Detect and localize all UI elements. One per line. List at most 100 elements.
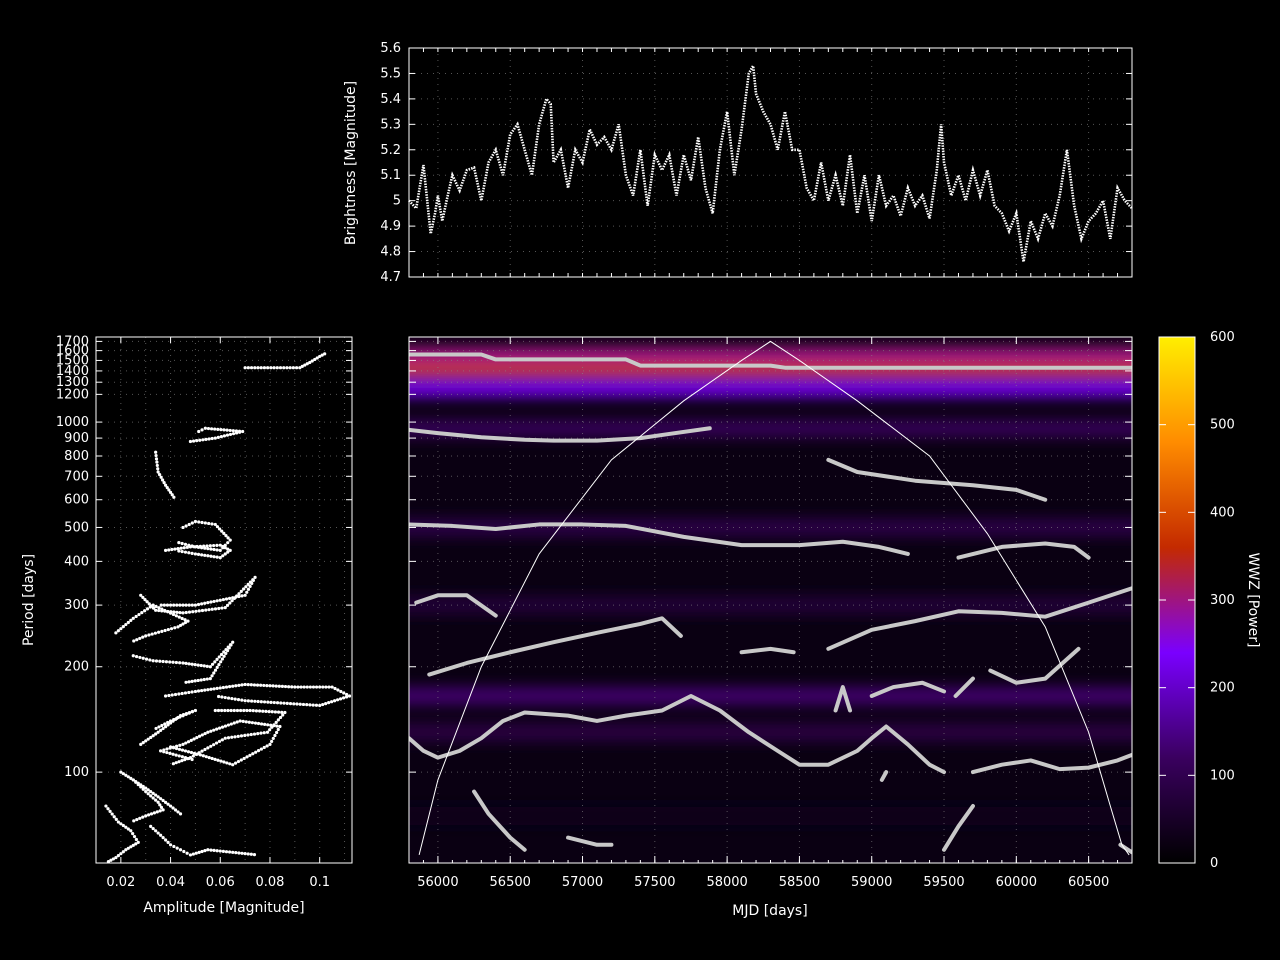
amplitude-point <box>174 614 178 618</box>
amplitude-point <box>216 427 220 431</box>
amplitude-point <box>216 758 220 762</box>
amplitude-point <box>183 550 188 554</box>
amplitude-point <box>210 522 214 526</box>
amplitude-point <box>180 748 185 752</box>
amplitude-point <box>256 732 260 736</box>
brightness-ytick-label: 5.4 <box>380 92 401 107</box>
amplitude-point <box>226 736 231 740</box>
amplitude-point <box>186 750 191 754</box>
amplitude-point <box>271 736 275 741</box>
amplitude-xtick-label: 0.1 <box>309 875 330 890</box>
amplitude-point <box>288 702 293 706</box>
amplitude-point <box>154 457 159 461</box>
amplitude-point <box>246 699 250 703</box>
amplitude-point <box>197 520 201 524</box>
amplitude-point <box>188 853 193 857</box>
amplitude-point <box>161 808 165 812</box>
amplitude-point <box>221 685 225 690</box>
amplitude-point <box>227 596 232 600</box>
amplitude-point <box>212 728 216 732</box>
amplitude-point <box>177 541 181 545</box>
amplitude-point <box>212 543 216 548</box>
colorbar-tick-label: 100 <box>1210 768 1235 783</box>
amplitude-point <box>222 654 226 658</box>
colorbar-tick-label: 600 <box>1210 330 1235 345</box>
amplitude-point <box>196 689 201 693</box>
amplitude-point <box>131 654 135 658</box>
amplitude-point <box>228 762 232 766</box>
amplitude-point <box>327 685 331 689</box>
amplitude-point <box>193 552 198 556</box>
amplitude-point <box>245 590 249 594</box>
amplitude-point <box>179 546 183 550</box>
amplitude-point <box>193 663 197 667</box>
amplitude-xtick-label: 0.02 <box>106 875 135 890</box>
amplitude-point <box>209 729 213 733</box>
amplitude-point <box>203 731 207 736</box>
amplitude-point <box>234 429 239 433</box>
amplitude-point <box>246 587 251 591</box>
amplitude-point <box>177 615 181 619</box>
amplitude-point <box>296 685 300 689</box>
amplitude-point <box>141 815 145 819</box>
amplitude-point <box>273 710 278 714</box>
amplitude-point <box>154 726 158 731</box>
wwz-xtick-label: 58000 <box>706 875 747 890</box>
amplitude-point <box>149 812 154 816</box>
amplitude-point <box>180 541 184 546</box>
amplitude-point <box>202 544 206 548</box>
amplitude-point <box>291 366 295 370</box>
amplitude-point <box>154 829 158 833</box>
amplitude-point <box>190 679 194 683</box>
amplitude-point <box>161 659 165 664</box>
amplitude-point <box>188 439 193 444</box>
amplitude-point <box>219 428 223 432</box>
amplitude-point <box>215 657 219 661</box>
amplitude-point <box>240 683 244 687</box>
amplitude-point <box>339 689 343 694</box>
amplitude-point <box>242 708 246 713</box>
amplitude-point <box>183 756 188 760</box>
amplitude-point <box>176 810 180 814</box>
amplitude-point <box>181 714 185 718</box>
amplitude-point <box>295 702 299 706</box>
amplitude-point <box>200 428 204 432</box>
colorbar-label: WWZ [Power] <box>1245 553 1261 648</box>
amplitude-point <box>198 438 202 442</box>
amplitude-point <box>171 660 175 664</box>
amplitude-point <box>237 683 241 687</box>
amplitude-point <box>225 428 229 432</box>
amplitude-point <box>163 548 168 552</box>
amplitude-point <box>134 654 139 659</box>
amplitude-point <box>265 683 269 688</box>
amplitude-point <box>156 831 160 835</box>
amplitude-point <box>275 724 279 728</box>
amplitude-point <box>181 742 185 746</box>
amplitude-point <box>165 750 169 755</box>
amplitude-point <box>171 762 176 766</box>
amplitude-point <box>246 683 250 687</box>
amplitude-point <box>251 578 256 582</box>
amplitude-point <box>193 519 198 524</box>
amplitude-point <box>157 606 161 610</box>
amplitude-point <box>163 838 168 842</box>
amplitude-point <box>217 739 222 744</box>
amplitude-point <box>216 435 220 439</box>
amplitude-panel: 1002003004005006007008009001000120013001… <box>21 334 353 916</box>
amplitude-point <box>237 594 241 599</box>
amplitude-point <box>181 661 185 665</box>
amplitude-point <box>160 629 164 633</box>
amplitude-ytick-label: 100 <box>64 765 89 780</box>
amplitude-point <box>187 711 191 715</box>
amplitude-point <box>230 696 234 701</box>
amplitude-point <box>178 661 182 665</box>
amplitude-point <box>276 718 280 722</box>
amplitude-ytick-label: 800 <box>64 449 89 464</box>
amplitude-point <box>177 760 181 764</box>
amplitude-point <box>168 603 173 607</box>
amplitude-point <box>148 658 152 662</box>
amplitude-point <box>188 545 193 549</box>
amplitude-point <box>241 587 246 591</box>
brightness-ytick-label: 5 <box>393 194 401 209</box>
amplitude-point <box>155 460 159 464</box>
